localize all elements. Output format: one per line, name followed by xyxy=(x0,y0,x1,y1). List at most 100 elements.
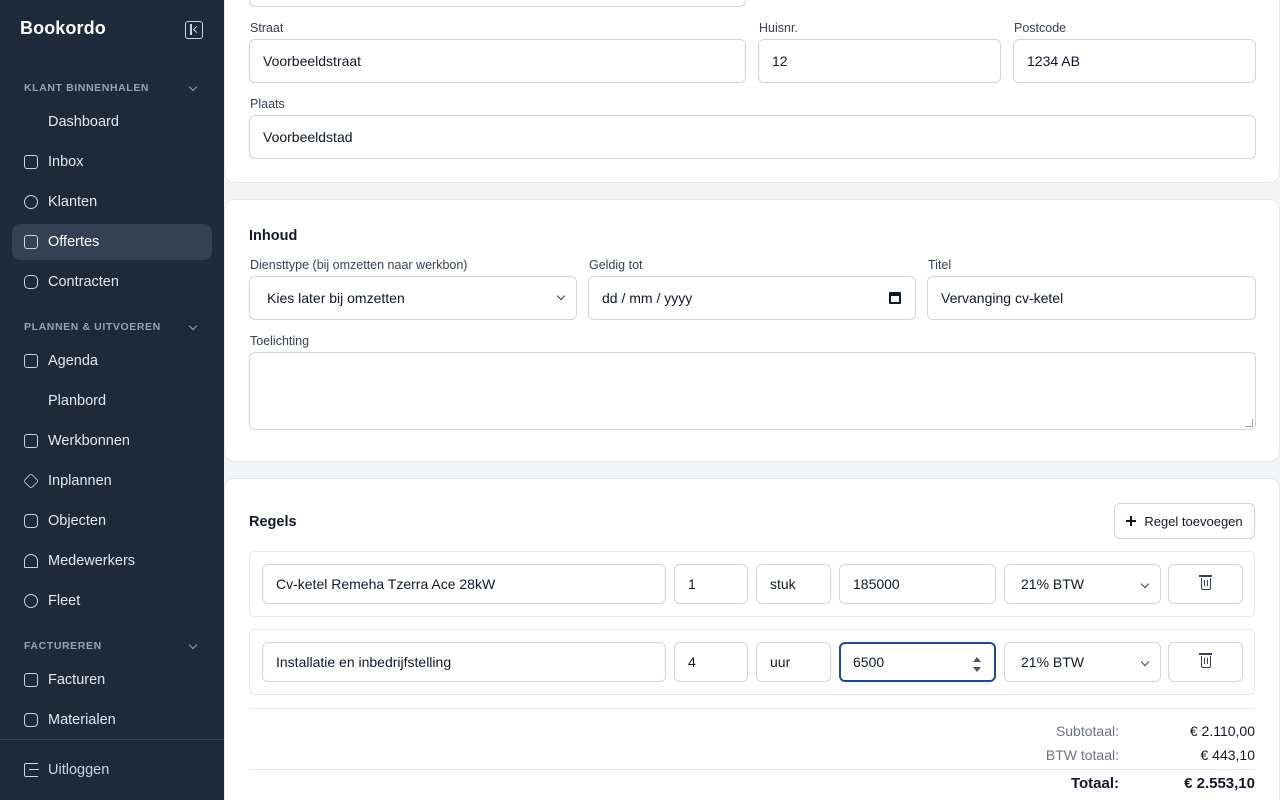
quote-icon xyxy=(24,235,38,249)
main-content: Straat Voorbeeldstraat Huisnr. 12 Postco… xyxy=(224,0,1280,800)
service-type-label: Diensttype (bij omzetten naar werkbon) xyxy=(250,258,468,272)
subtotal-label: Subtotaal: xyxy=(1055,723,1119,739)
vat-total-label: BTW totaal: xyxy=(1045,747,1119,763)
number-spinner-icon[interactable] xyxy=(972,656,982,674)
street-label: Straat xyxy=(250,21,284,35)
sidebar-item-inplannen[interactable]: Inplannen xyxy=(12,463,212,499)
line-description-input[interactable]: Cv-ketel Remeha Tzerra Ace 28kW xyxy=(262,564,666,604)
lines-card: Regels Regel toevoegen Cv-ketel Remeha T… xyxy=(224,478,1280,800)
clipboard-icon xyxy=(24,434,38,448)
previous-field[interactable] xyxy=(249,0,746,7)
service-type-value: Kies later bij omzetten xyxy=(267,290,405,306)
package-icon xyxy=(24,713,38,727)
chevron-down-icon xyxy=(188,82,198,91)
total-value: € 2.553,10 xyxy=(1184,775,1255,792)
delete-line-button[interactable] xyxy=(1168,642,1243,682)
sidebar-item-agenda[interactable]: Agenda xyxy=(12,343,212,379)
sidebar-item-offertes[interactable]: Offertes xyxy=(12,224,212,260)
collapse-sidebar-icon[interactable] xyxy=(185,21,203,39)
sidebar-item-label: Inplannen xyxy=(48,473,112,489)
app-logo: Bookordo xyxy=(20,18,106,38)
trash-icon xyxy=(1199,575,1212,590)
note-textarea[interactable] xyxy=(249,352,1256,430)
repeat-icon xyxy=(24,275,38,289)
resize-grip-icon[interactable] xyxy=(1245,419,1253,427)
board-icon xyxy=(24,394,38,408)
line-price-input[interactable]: 6500 xyxy=(839,642,996,682)
lines-title: Regels xyxy=(249,514,297,530)
postcode-input[interactable]: 1234 AB xyxy=(1013,39,1256,83)
sidebar-item-label: Inbox xyxy=(48,154,84,170)
section-title: PLANNEN & UITVOEREN xyxy=(24,321,161,333)
city-label: Plaats xyxy=(250,97,285,111)
sidebar-item-objecten[interactable]: Objecten xyxy=(12,503,212,539)
section-title: KLANT BINNENHALEN xyxy=(24,82,150,94)
service-type-select[interactable]: Kies later bij omzetten xyxy=(249,276,577,320)
cube-icon xyxy=(24,514,38,528)
content-title: Inhoud xyxy=(249,228,298,244)
section-plannen-uitvoeren[interactable]: PLANNEN & UITVOEREN xyxy=(24,319,200,335)
section-title: FACTUREREN xyxy=(24,640,102,652)
sidebar-item-contracten[interactable]: Contracten xyxy=(12,264,212,300)
line-row: Installatie en inbedrijfstelling 4 uur 6… xyxy=(249,629,1255,695)
section-klant-binnenhalen[interactable]: KLANT BINNENHALEN xyxy=(24,80,200,96)
price-value: 6500 xyxy=(853,654,885,670)
line-unit-input[interactable]: uur xyxy=(756,642,831,682)
calendar-icon[interactable] xyxy=(889,292,901,304)
hardhat-icon xyxy=(24,554,38,568)
line-description-input[interactable]: Installatie en inbedrijfstelling xyxy=(262,642,666,682)
plus-icon xyxy=(1126,516,1137,526)
line-vat-select[interactable]: 21% BTW xyxy=(1004,642,1161,682)
sidebar-item-inbox[interactable]: Inbox xyxy=(12,144,212,180)
chevron-down-icon xyxy=(1140,657,1150,667)
house-number-label: Huisnr. xyxy=(759,21,798,35)
line-unit-input[interactable]: stuk xyxy=(756,564,831,604)
sidebar-item-label: Medewerkers xyxy=(48,553,136,569)
sidebar-item-label: Agenda xyxy=(48,353,98,369)
line-quantity-input[interactable]: 1 xyxy=(674,564,748,604)
sidebar-item-label: Contracten xyxy=(48,274,119,290)
logout-button[interactable]: Uitloggen xyxy=(24,762,109,778)
line-quantity-input[interactable]: 4 xyxy=(674,642,748,682)
add-line-button[interactable]: Regel toevoegen xyxy=(1114,503,1255,539)
sidebar-item-planbord[interactable]: Planbord xyxy=(12,383,212,419)
address-card: Straat Voorbeeldstraat Huisnr. 12 Postco… xyxy=(224,0,1280,183)
sidebar-footer: Uitloggen xyxy=(0,739,224,800)
vat-value: 21% BTW xyxy=(1021,576,1085,592)
inbox-icon xyxy=(24,155,38,169)
sidebar-item-label: Planbord xyxy=(48,393,107,409)
content-card: Inhoud Diensttype (bij omzetten naar wer… xyxy=(224,199,1280,462)
delete-line-button[interactable] xyxy=(1168,564,1243,604)
sidebar-item-label: Fleet xyxy=(48,593,81,609)
sidebar-item-label: Facturen xyxy=(48,672,106,688)
sidebar-item-label: Werkbonnen xyxy=(48,433,130,449)
line-vat-select[interactable]: 21% BTW xyxy=(1004,564,1161,604)
sidebar-item-label: Klanten xyxy=(48,194,98,210)
house-number-input[interactable]: 12 xyxy=(758,39,1001,83)
sidebar-item-materialen[interactable]: Materialen xyxy=(12,702,212,738)
chevron-down-icon xyxy=(188,640,198,649)
location-pin-icon xyxy=(24,594,38,608)
city-input[interactable]: Voorbeeldstad xyxy=(249,115,1256,159)
line-price-input[interactable]: 185000 xyxy=(839,564,996,604)
totals-divider xyxy=(249,708,1255,709)
valid-until-label: Geldig tot xyxy=(589,258,643,272)
sidebar-item-medewerkers[interactable]: Medewerkers xyxy=(12,543,212,579)
chevron-down-icon xyxy=(1140,579,1150,589)
title-input[interactable]: Vervanging cv-ketel xyxy=(927,276,1256,320)
sidebar-item-facturen[interactable]: Facturen xyxy=(12,662,212,698)
users-icon xyxy=(24,195,38,209)
sidebar-item-fleet[interactable]: Fleet xyxy=(12,583,212,619)
chevron-down-icon xyxy=(556,291,566,301)
vat-value: 21% BTW xyxy=(1021,654,1085,670)
line-row: Cv-ketel Remeha Tzerra Ace 28kW 1 stuk 1… xyxy=(249,551,1255,617)
valid-until-input[interactable]: dd / mm / yyyy xyxy=(588,276,916,320)
street-input[interactable]: Voorbeeldstraat xyxy=(249,39,746,83)
logout-icon xyxy=(24,763,39,777)
total-label: Totaal: xyxy=(1070,775,1119,792)
sidebar-item-werkbonnen[interactable]: Werkbonnen xyxy=(12,423,212,459)
sidebar-item-dashboard[interactable]: Dashboard xyxy=(12,104,212,140)
sidebar-item-klanten[interactable]: Klanten xyxy=(12,184,212,220)
vat-total-value: € 443,10 xyxy=(1200,747,1256,763)
section-factureren[interactable]: FACTUREREN xyxy=(24,638,200,654)
